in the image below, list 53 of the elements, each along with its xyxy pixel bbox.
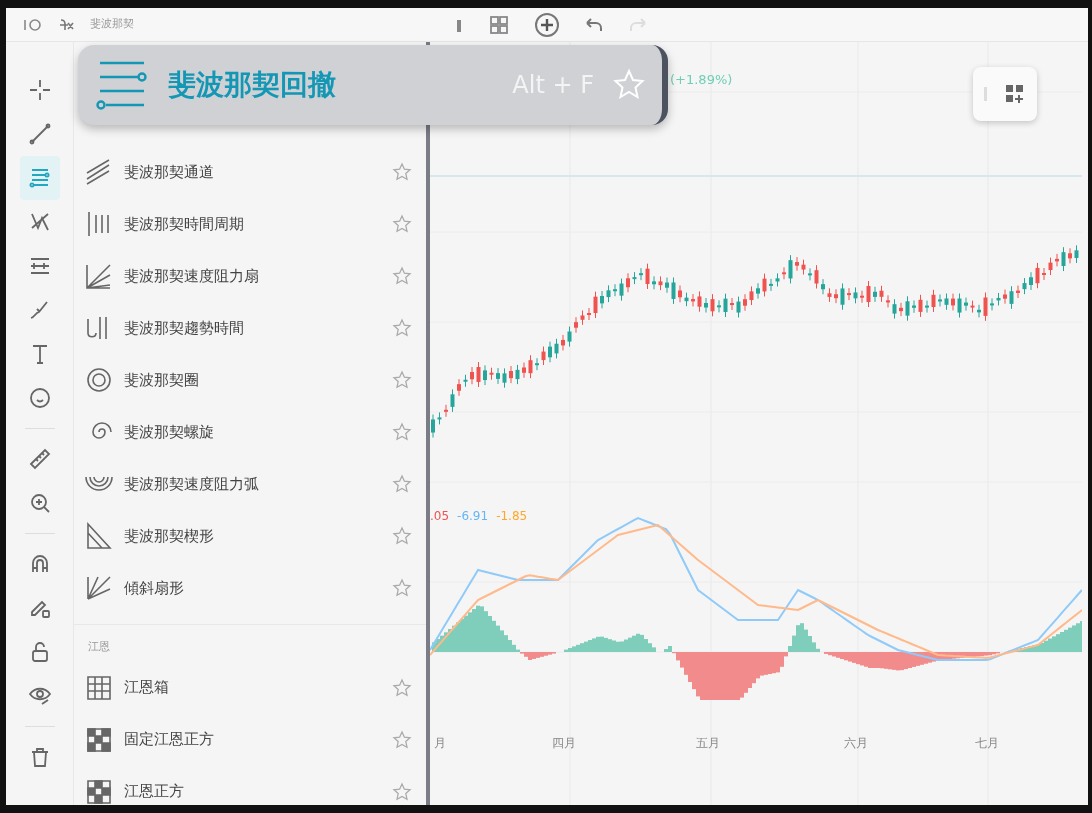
line-icon xyxy=(27,122,52,146)
fibonacci-icon xyxy=(27,166,52,190)
star-icon[interactable] xyxy=(392,526,412,546)
smiley-icon xyxy=(27,386,52,410)
triangle-icon xyxy=(84,521,114,551)
indicator-value: -1.85 xyxy=(496,508,528,525)
tool-button[interactable] xyxy=(19,156,60,200)
star-icon[interactable] xyxy=(392,677,412,698)
indicator-value: -6.91 xyxy=(457,508,489,525)
crosshair-icon xyxy=(27,78,52,102)
interval-icon[interactable] xyxy=(22,16,42,33)
menu-item[interactable]: 斐波那契楔形 xyxy=(74,510,426,562)
star-icon[interactable] xyxy=(392,318,412,338)
fan-icon xyxy=(84,261,114,291)
menu-item[interactable]: 斐波那契速度阻力弧 xyxy=(74,458,426,510)
menu-item[interactable]: 斐波那契趨勢時間 xyxy=(74,302,426,354)
layout-icon[interactable] xyxy=(488,13,510,36)
menu-item[interactable]: 江恩箱 xyxy=(74,661,426,714)
menu-item[interactable]: 江恩正方 xyxy=(74,765,426,805)
star-icon[interactable] xyxy=(392,422,412,442)
ruler-icon xyxy=(27,447,52,471)
star-icon[interactable] xyxy=(392,578,412,598)
star-icon[interactable] xyxy=(392,214,412,234)
star-icon[interactable] xyxy=(392,474,412,494)
menu-item[interactable]: 斐波那契時間周期 xyxy=(74,198,426,250)
menu-item[interactable]: 斐波那契通道 xyxy=(74,146,426,198)
month-label: 五月 xyxy=(696,735,720,752)
menu-item[interactable]: 斐波那契螺旋 xyxy=(74,406,426,458)
section-heading: 江恩 xyxy=(74,624,426,662)
menu-item[interactable]: 傾斜扇形 xyxy=(74,562,426,614)
month-label: 四月 xyxy=(552,735,576,752)
add-icon[interactable] xyxy=(534,11,560,38)
star-icon[interactable] xyxy=(392,266,412,286)
circles-icon xyxy=(84,365,114,395)
star-icon[interactable] xyxy=(392,781,412,802)
tooltip-title: 斐波那契回撤 xyxy=(168,67,337,103)
star-icon[interactable] xyxy=(392,370,412,390)
menu-item[interactable]: 斐波那契速度阻力扇 xyxy=(74,250,426,302)
panel-title: 斐波那契 xyxy=(90,16,134,33)
price-change: (+1.89%) xyxy=(670,71,733,89)
menu-item[interactable]: 斐波那契圈 xyxy=(74,354,426,406)
function-icon[interactable] xyxy=(58,16,74,33)
menu-item[interactable]: 固定江恩正方 xyxy=(74,713,426,766)
month-label: 六月 xyxy=(844,735,868,752)
star-icon[interactable] xyxy=(612,68,646,102)
handle-icon[interactable] xyxy=(983,85,989,103)
undo-icon[interactable] xyxy=(584,16,604,33)
month-label: 七月 xyxy=(975,735,999,752)
fan-icon xyxy=(84,573,114,603)
star-icon[interactable] xyxy=(392,729,412,750)
indicator-value: .05 xyxy=(430,508,450,525)
month-label: 月 xyxy=(434,735,446,752)
star-icon[interactable] xyxy=(392,162,412,182)
